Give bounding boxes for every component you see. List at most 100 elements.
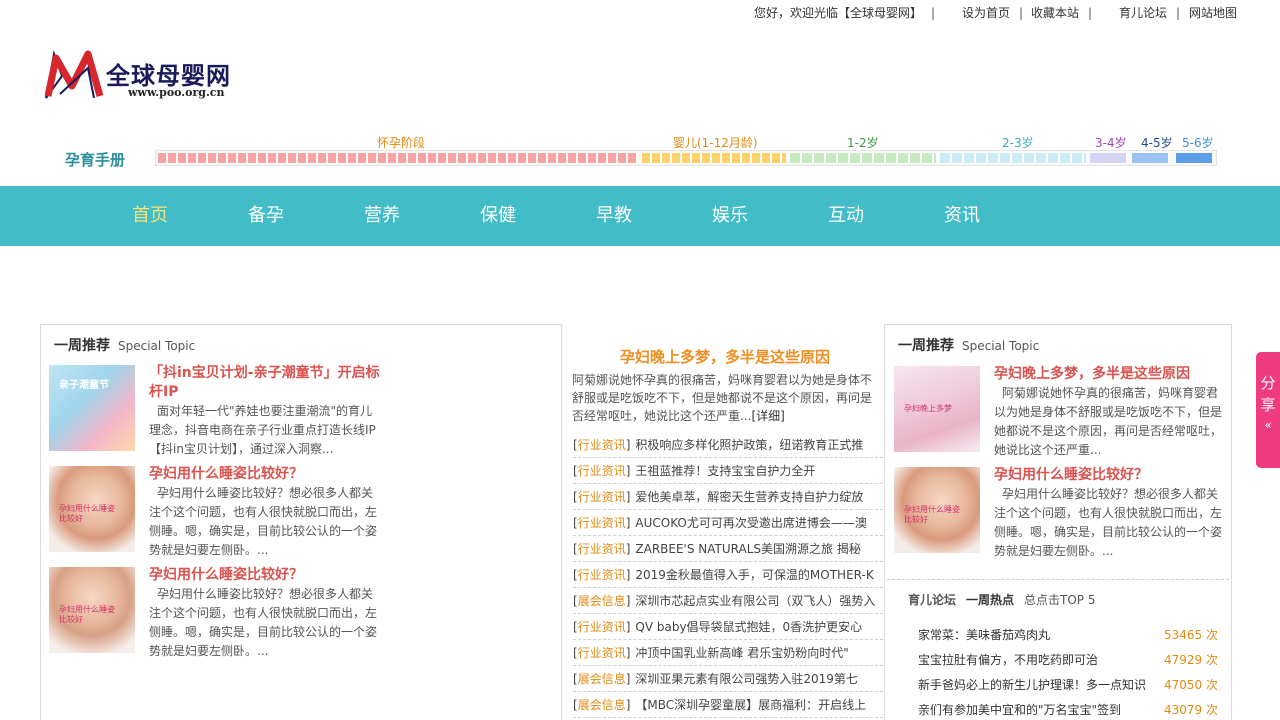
item-thumbnail[interactable]: 孕妇用什么睡姿比较好 xyxy=(894,467,980,553)
news-category-link[interactable]: 行业资讯 xyxy=(578,438,626,452)
news-row[interactable]: [行业资讯] QV baby倡导袋鼠式抱娃，0香洗护更安心 xyxy=(573,614,883,640)
bookmark-link[interactable]: 收藏本站 xyxy=(1031,4,1079,22)
item-title-link[interactable]: 孕妇用什么睡姿比较好？ xyxy=(149,566,381,585)
hot-row[interactable]: 家常菜：美味番茄鸡肉丸 53465 次 xyxy=(918,623,1218,647)
news-category-link[interactable]: 行业资讯 xyxy=(578,464,626,478)
thumbnail-caption: 孕妇晚上多梦 xyxy=(904,404,952,413)
news-title-link[interactable]: QV baby倡导袋鼠式抱娃，0香洗护更安心 xyxy=(635,620,862,634)
news-title-link[interactable]: 王祖蓝推荐！支持宝宝自护力全开 xyxy=(635,464,815,478)
news-title-link[interactable]: 深圳市芯起点实业有限公司（双飞人）强势入 xyxy=(635,594,875,608)
stage-label[interactable]: 4-5岁 xyxy=(1141,134,1173,151)
nav-item[interactable]: 互动 xyxy=(828,186,864,246)
hot-count: 53465 次 xyxy=(1164,628,1218,642)
hot-title-link[interactable]: 新手爸妈必上的新生儿护理课！多一点知识 xyxy=(918,673,1156,697)
item-title-link[interactable]: 孕妇晚上多梦，多半是这些原因 xyxy=(994,365,1224,384)
news-category-link[interactable]: 行业资讯 xyxy=(578,542,626,556)
top-bar: 您好，欢迎光临【全球母婴网】 | 设为首页 | 收藏本站 | 育儿论坛 | 网站… xyxy=(0,4,1280,22)
nav-item[interactable]: 营养 xyxy=(364,186,400,246)
detail-link[interactable]: [详细] xyxy=(751,409,784,423)
news-row[interactable]: [展会信息] 【MBC深圳孕婴童展】展商福利：开启线上 xyxy=(573,692,883,718)
nav-item[interactable]: 资讯 xyxy=(944,186,980,246)
stage-segment[interactable] xyxy=(790,153,936,163)
hot-title-link[interactable]: 宝宝拉肚有偏方，不用吃药即可治 xyxy=(918,648,1156,672)
news-category-link[interactable]: 行业资讯 xyxy=(578,516,626,530)
news-row[interactable]: [行业资讯] 爱他美卓萃，解密天生营养支持自护力绽放 xyxy=(573,484,883,510)
panel-title: 一周推荐 xyxy=(54,338,110,354)
stage-segment[interactable] xyxy=(1176,153,1214,163)
news-title-link[interactable]: 深圳亚果元素有限公司强势入驻2019第七 xyxy=(635,672,858,686)
news-category-link[interactable]: 行业资讯 xyxy=(578,568,626,582)
main-nav: 首页 备孕 营养 保健 早教 娱乐 互动 资讯 xyxy=(0,186,1280,246)
stage-label[interactable]: 3-4岁 xyxy=(1095,134,1127,151)
nav-item[interactable]: 首页 xyxy=(132,186,168,246)
share-label: 分享 xyxy=(1260,374,1276,414)
nav-item[interactable]: 早教 xyxy=(596,186,632,246)
item-thumbnail[interactable]: 孕妇用什么睡姿比较好 xyxy=(49,466,135,552)
news-category-link[interactable]: 行业资讯 xyxy=(578,646,626,660)
news-row[interactable]: [行业资讯] 冲顶中国乳业新高峰 君乐宝奶粉向时代" xyxy=(573,640,883,666)
news-title-link[interactable]: 2019金秋最值得入手，可保温的MOTHER-K xyxy=(635,568,873,582)
bracket: ] xyxy=(625,542,631,556)
stage-label[interactable]: 怀孕阶段 xyxy=(377,134,425,151)
hot-title-link[interactable]: 家常菜：美味番茄鸡肉丸 xyxy=(918,623,1156,647)
hot-row[interactable]: 亲们有参加美中宜和的"万名宝宝"签到 43079 次 xyxy=(918,698,1218,720)
news-row[interactable]: [行业资讯] 积极响应多样化照护政策，纽诺教育正式推 xyxy=(573,432,883,458)
stage-segment[interactable] xyxy=(1132,153,1170,163)
news-category-link[interactable]: 行业资讯 xyxy=(578,490,626,504)
stage-label[interactable]: 婴儿(1-12月龄) xyxy=(673,134,758,151)
item-title-link[interactable]: 孕妇用什么睡姿比较好？ xyxy=(149,465,381,484)
item-description: 孕妇用什么睡姿比较好？想必很多人都关注个这个问题，也有人很快就脱口而出，左侧睡。… xyxy=(149,486,378,557)
thumbnail-caption: 亲子潮童节 xyxy=(59,380,109,391)
news-row[interactable]: [行业资讯] 王祖蓝推荐！支持宝宝自护力全开 xyxy=(573,458,883,484)
news-title-link[interactable]: 爱他美卓萃，解密天生营养支持自护力绽放 xyxy=(635,490,863,504)
hot-title-week: 一周热点 xyxy=(966,593,1015,607)
nav-item[interactable]: 备孕 xyxy=(248,186,284,246)
news-title-link[interactable]: 【MBC深圳孕婴童展】展商福利：开启线上 xyxy=(635,698,866,712)
news-row[interactable]: [展会信息] 深圳亚果元素有限公司强势入驻2019第七 xyxy=(573,666,883,692)
item-thumbnail[interactable]: 孕妇晚上多梦 xyxy=(894,366,980,452)
news-title-link[interactable]: AUCOKO尤可可再次受邀出席进博会——澳 xyxy=(635,516,866,530)
stage-segment[interactable] xyxy=(158,153,638,163)
news-category-link[interactable]: 展会信息 xyxy=(578,698,626,712)
stage-label[interactable]: 2-3岁 xyxy=(1002,134,1034,151)
item-thumbnail[interactable]: 孕妇用什么睡姿比较好 xyxy=(49,567,135,653)
news-row[interactable]: [展会信息] 深圳市芯起点实业有限公司（双飞人）强势入 xyxy=(573,588,883,614)
sitemap-link[interactable]: 网站地图 xyxy=(1189,4,1237,22)
site-logo[interactable]: 全球母婴网 www.poo.org.cn xyxy=(42,46,262,104)
forum-link[interactable]: 育儿论坛 xyxy=(1119,4,1167,22)
news-row[interactable]: [行业资讯] AUCOKO尤可可再次受邀出席进博会——澳 xyxy=(573,510,883,536)
hot-row[interactable]: 新手爸妈必上的新生儿护理课！多一点知识 47050 次 xyxy=(918,673,1218,697)
news-title-link[interactable]: ZARBEE'S NATURALS美国溯源之旅 揭秘 xyxy=(635,542,860,556)
share-tab[interactable]: 分享 « xyxy=(1256,352,1280,468)
item-title-link[interactable]: 孕妇用什么睡姿比较好？ xyxy=(994,466,1224,485)
stage-segment[interactable] xyxy=(940,153,1086,163)
item-title-link[interactable]: 「抖in宝贝计划-亲子潮童节」开启标杆IP xyxy=(149,364,381,402)
bracket: ] xyxy=(625,490,631,504)
stage-segment[interactable] xyxy=(1090,153,1128,163)
item-thumbnail[interactable]: 亲子潮童节 xyxy=(49,365,135,451)
center-headline[interactable]: 孕妇晚上多梦，多半是这些原因 xyxy=(572,346,878,367)
hot-row[interactable]: 宝宝拉肚有偏方，不用吃药即可治 47929 次 xyxy=(918,648,1218,672)
share-arrow-icon: « xyxy=(1264,418,1272,432)
item-description: 孕妇用什么睡姿比较好？想必很多人都关注个这个问题，也有人很快就脱口而出，左侧睡。… xyxy=(994,487,1223,558)
news-category-link[interactable]: 展会信息 xyxy=(578,672,626,686)
news-row[interactable]: [行业资讯] ZARBEE'S NATURALS美国溯源之旅 揭秘 xyxy=(573,536,883,562)
stage-segment[interactable] xyxy=(642,153,786,163)
news-title-link[interactable]: 冲顶中国乳业新高峰 君乐宝奶粉向时代" xyxy=(635,646,848,660)
news-row[interactable]: [行业资讯] 2019金秋最值得入手，可保温的MOTHER-K xyxy=(573,562,883,588)
panel-divider xyxy=(887,579,1229,580)
hot-title-link[interactable]: 亲们有参加美中宜和的"万名宝宝"签到 xyxy=(918,698,1156,720)
bracket: ] xyxy=(625,594,631,608)
panel-subtitle: Special Topic xyxy=(118,339,196,353)
welcome-text: 您好，欢迎光临【全球母婴网】 xyxy=(754,6,923,20)
news-category-link[interactable]: 展会信息 xyxy=(578,594,626,608)
set-home-link[interactable]: 设为首页 xyxy=(962,4,1010,22)
stage-label[interactable]: 5-6岁 xyxy=(1182,134,1214,151)
nav-item[interactable]: 保健 xyxy=(480,186,516,246)
nav-item[interactable]: 娱乐 xyxy=(712,186,748,246)
news-title-link[interactable]: 积极响应多样化照护政策，纽诺教育正式推 xyxy=(635,438,863,452)
news-category-link[interactable]: 行业资讯 xyxy=(578,620,626,634)
top-separator: | xyxy=(1176,6,1181,20)
stage-label[interactable]: 1-2岁 xyxy=(847,134,879,151)
panel-subtitle: Special Topic xyxy=(962,339,1040,353)
